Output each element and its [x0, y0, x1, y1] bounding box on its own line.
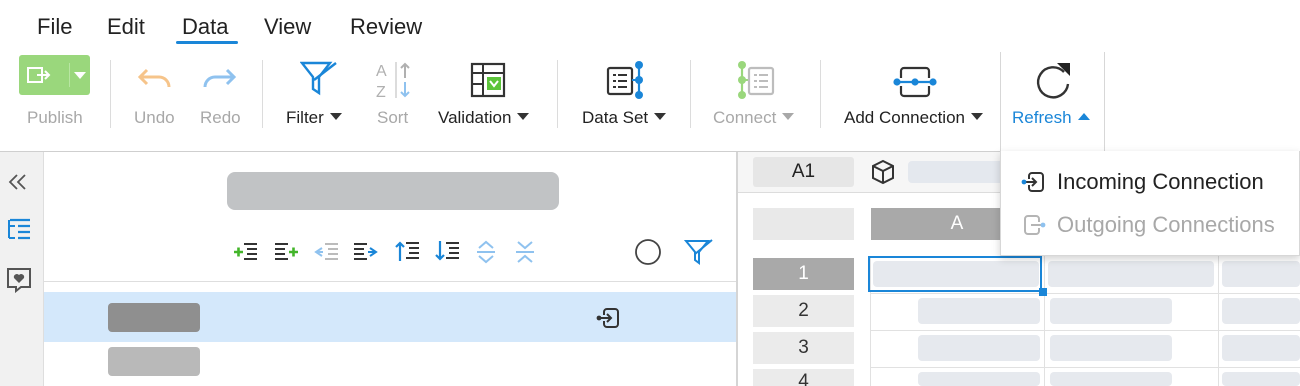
filter-caret-icon [329, 113, 342, 121]
svg-text:Z: Z [376, 84, 386, 100]
redo-label: Redo [200, 108, 241, 127]
collapse-panel-icon[interactable] [7, 172, 29, 192]
grid-line [870, 330, 1300, 331]
active-menu-indicator [176, 41, 238, 44]
menu-file[interactable]: File [37, 14, 72, 40]
outdent-icon [314, 241, 340, 263]
incoming-connection-icon[interactable] [596, 306, 622, 330]
data-set-caret-icon [654, 113, 667, 121]
sort-icon[interactable]: AZ [374, 60, 414, 100]
cell-c1[interactable] [1222, 261, 1300, 287]
menu-item-outgoing-connections: Outgoing Connections [1001, 204, 1299, 244]
connect-caret-icon [782, 113, 795, 121]
refresh-toggle[interactable]: Refresh [1012, 108, 1090, 128]
cell-reference-box[interactable]: A1 [753, 157, 854, 187]
publish-button[interactable] [19, 55, 90, 95]
undo-icon[interactable] [137, 66, 173, 92]
circle-status-icon[interactable] [634, 238, 662, 266]
fill-handle[interactable] [1039, 288, 1047, 296]
row-header-3[interactable]: 3 [753, 332, 854, 364]
filter-icon[interactable] [300, 60, 338, 98]
row-header-1[interactable]: 1 [753, 258, 854, 290]
connect-label: Connect [713, 108, 777, 127]
clear-filter-icon[interactable] [684, 238, 714, 266]
cell-a2[interactable] [918, 298, 1040, 324]
connect-button: Connect [713, 108, 795, 128]
publish-dropdown-arrow[interactable] [74, 72, 86, 79]
collapse-icon [514, 240, 536, 264]
refresh-dropdown-menu: Incoming Connection Outgoing Connections [1000, 151, 1300, 256]
refresh-icon [1032, 60, 1074, 102]
panel-title-placeholder [227, 172, 559, 210]
grid-line [870, 293, 1300, 294]
cell-c3[interactable] [1222, 335, 1300, 361]
cell-b4[interactable] [1050, 372, 1172, 386]
add-after-icon[interactable] [274, 241, 300, 263]
cell-b3[interactable] [1050, 335, 1172, 361]
move-down-icon[interactable] [435, 239, 461, 263]
incoming-connection-label: Incoming Connection [1057, 169, 1264, 194]
move-up-icon[interactable] [395, 239, 421, 263]
add-connection-caret-icon [970, 113, 983, 121]
expand-icon [475, 240, 497, 264]
menu-item-incoming-connection[interactable]: Incoming Connection [1001, 161, 1299, 201]
cell-b1[interactable] [1048, 261, 1214, 287]
row-header-2[interactable]: 2 [753, 295, 854, 327]
refresh-button[interactable]: Refresh [1000, 52, 1105, 152]
select-all-corner[interactable] [753, 208, 854, 240]
outline-row-selected[interactable] [44, 292, 736, 342]
validation-caret-icon [517, 113, 530, 121]
publish-icon [27, 66, 53, 84]
cell-c2[interactable] [1222, 298, 1300, 324]
add-connection-label: Add Connection [844, 108, 965, 127]
add-before-icon[interactable] [233, 241, 259, 263]
menu-review[interactable]: Review [350, 14, 422, 40]
selected-cell-outline [868, 256, 1042, 292]
outline-row[interactable] [44, 342, 736, 386]
redo-icon[interactable] [201, 66, 237, 92]
undo-label: Undo [134, 108, 175, 127]
row-label-placeholder [108, 303, 200, 332]
favorites-icon[interactable] [6, 267, 32, 293]
filter-button[interactable]: Filter [286, 108, 342, 128]
panel-divider [44, 281, 736, 282]
side-rail [0, 152, 44, 386]
cell-a4[interactable] [918, 372, 1040, 386]
validation-button[interactable]: Validation [438, 108, 530, 128]
publish-label: Publish [27, 108, 83, 127]
outgoing-connections-label: Outgoing Connections [1057, 212, 1275, 237]
menu-view[interactable]: View [264, 14, 311, 40]
validation-icon[interactable] [470, 62, 506, 98]
connect-icon [735, 60, 775, 100]
row-header-4[interactable]: 4 [753, 369, 854, 386]
outline-tree-icon[interactable] [6, 218, 32, 244]
validation-label: Validation [438, 108, 512, 127]
incoming-connection-icon [1021, 170, 1047, 194]
grid-line [870, 367, 1300, 368]
indent-icon[interactable] [353, 241, 379, 263]
add-connection-button[interactable]: Add Connection [844, 108, 983, 128]
data-set-button[interactable]: Data Set [582, 108, 667, 128]
cell-b2[interactable] [1050, 298, 1172, 324]
menu-data[interactable]: Data [182, 14, 228, 40]
data-set-label: Data Set [582, 108, 649, 127]
refresh-label: Refresh [1012, 108, 1072, 127]
cell-c4[interactable] [1222, 372, 1300, 386]
cell-a3[interactable] [918, 335, 1040, 361]
sort-label: Sort [377, 108, 409, 127]
outgoing-connection-icon [1021, 213, 1047, 237]
menu-edit[interactable]: Edit [107, 14, 145, 40]
svg-text:A: A [376, 63, 387, 80]
cube-icon[interactable] [870, 159, 896, 185]
refresh-caret-icon [1077, 113, 1090, 121]
data-set-icon[interactable] [606, 60, 646, 100]
add-connection-icon[interactable] [893, 66, 937, 98]
row-label-placeholder [108, 347, 200, 376]
filter-label: Filter [286, 108, 324, 127]
